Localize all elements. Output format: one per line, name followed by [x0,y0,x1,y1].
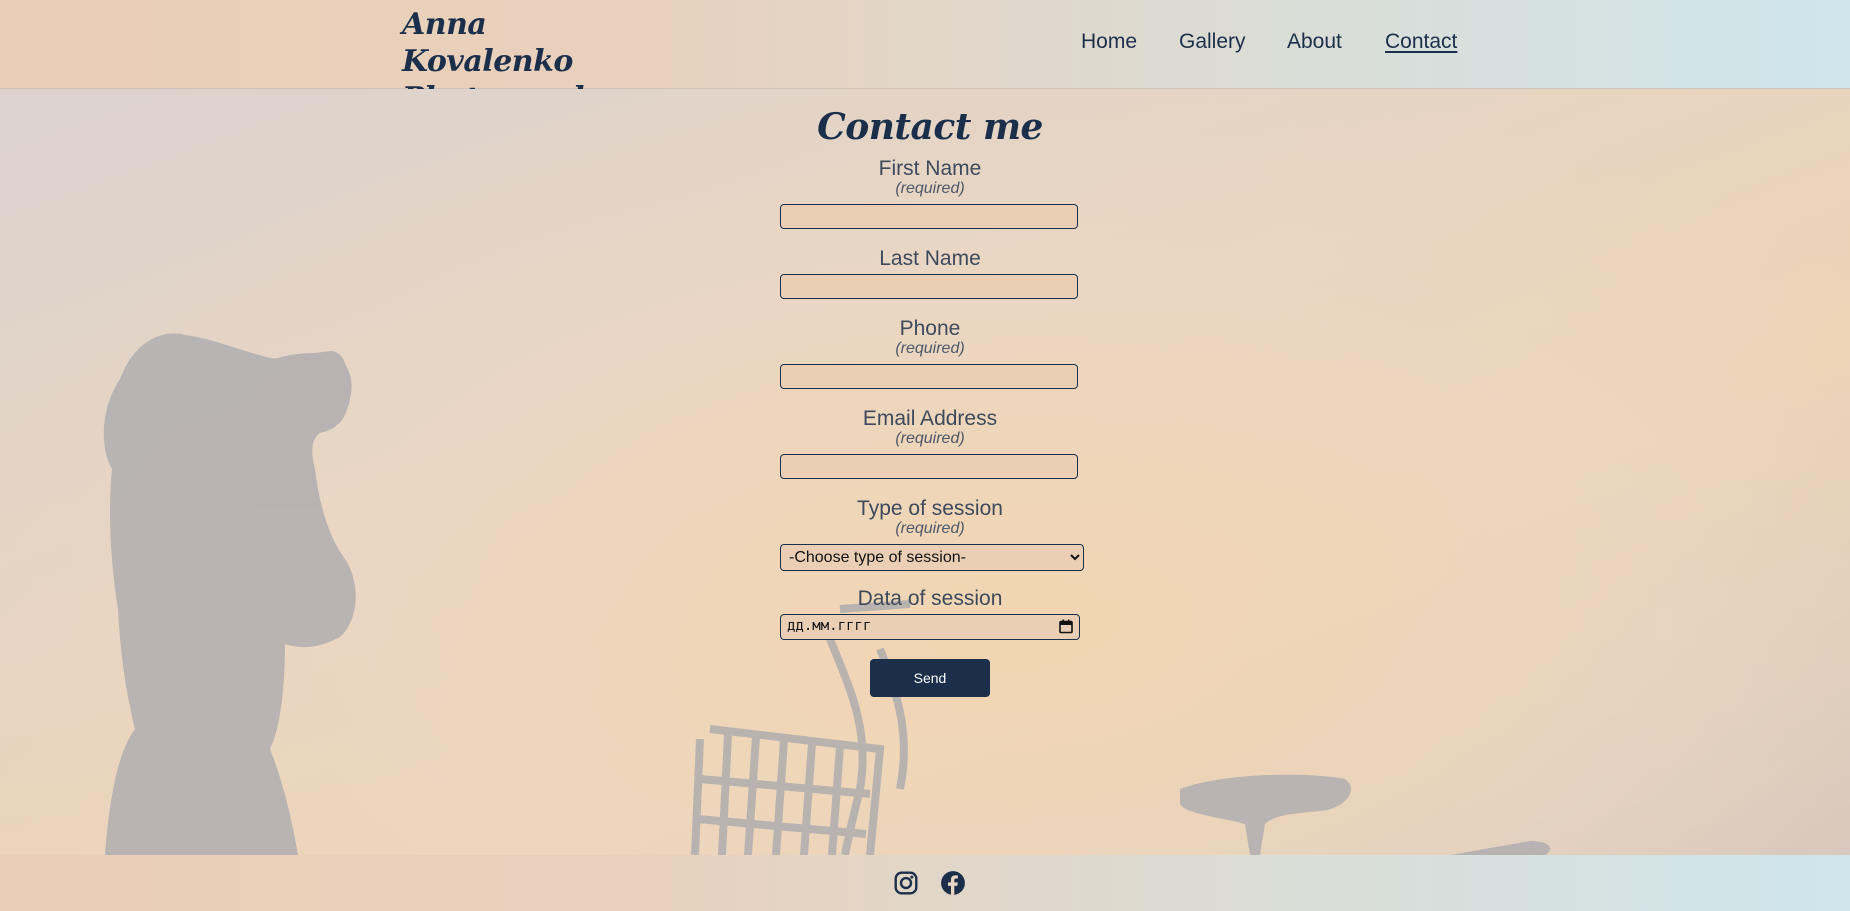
calendar-icon[interactable] [1059,619,1073,634]
contact-title: Contact me [817,106,1043,148]
nav-home-link[interactable]: Home [1081,30,1137,54]
last-name-field[interactable] [780,274,1078,299]
phone-label: Phone [899,317,961,340]
session-type-select[interactable]: -Choose type of session- [780,544,1084,571]
last-name-label: Last Name [879,247,981,270]
site-header: Anna Kovalenko Photography Home Gallery … [0,0,1850,116]
session-date-label: Data of session [857,587,1003,610]
first-name-field[interactable] [780,204,1078,229]
first-name-label: First Name [878,157,982,180]
nav-gallery-link[interactable]: Gallery [1179,30,1246,54]
facebook-icon[interactable] [940,870,966,896]
email-field[interactable] [780,454,1078,479]
nav-contact-link[interactable]: Contact [1385,30,1457,54]
instagram-icon[interactable] [893,870,919,896]
main-nav: Home Gallery About Contact [0,30,1850,60]
first-name-required-note: (required) [895,180,965,197]
send-button[interactable]: Send [870,659,990,697]
nav-about-link[interactable]: About [1287,30,1342,54]
session-type-label: Type of session [857,497,1003,520]
session-type-required-note: (required) [895,520,965,537]
site-footer [0,855,1850,911]
phone-required-note: (required) [895,340,965,357]
email-required-note: (required) [895,430,965,447]
phone-field[interactable] [780,364,1078,389]
session-date-field[interactable]: дд.мм.гггг [780,614,1080,640]
session-date-placeholder: дд.мм.гггг [787,618,872,634]
email-label: Email Address [862,407,998,430]
